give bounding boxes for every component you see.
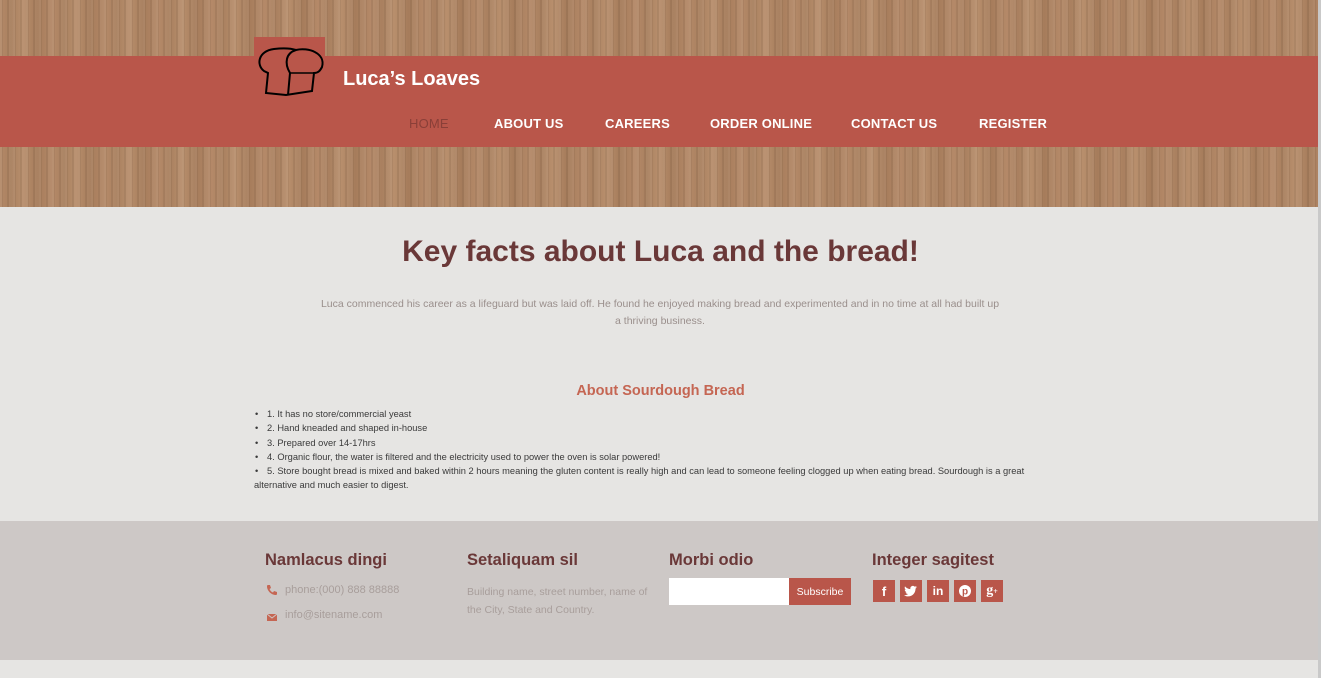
facts-list: 1. It has no store/commercial yeast 2. H…	[254, 407, 1054, 493]
page-title: Key facts about Luca and the bread!	[402, 235, 919, 268]
email-link[interactable]: info@sitename.com	[285, 609, 382, 621]
linkedin-icon[interactable]: in	[927, 580, 949, 602]
list-item: 2. Hand kneaded and shaped in-house	[254, 421, 1054, 435]
subscribe-button[interactable]: Subscribe	[789, 578, 851, 605]
nav-careers[interactable]: CAREERS	[605, 116, 670, 131]
list-item: 3. Prepared over 14-17hrs	[254, 436, 1054, 450]
list-item: 1. It has no store/commercial yeast	[254, 407, 1054, 421]
address-text: Building name, street number, name of th…	[467, 586, 648, 616]
nav-order-online[interactable]: ORDER ONLINE	[710, 116, 812, 131]
bread-icon	[258, 47, 324, 97]
bottom-strip	[0, 660, 1321, 678]
google-plus-icon[interactable]: g +	[981, 580, 1003, 602]
mail-icon	[266, 613, 278, 621]
footer-title-1: Namlacus dingi	[265, 551, 387, 569]
nav-home[interactable]: HOME	[409, 116, 449, 131]
subscribe-email-input[interactable]	[669, 578, 789, 605]
facebook-icon[interactable]: f	[873, 580, 895, 602]
brand-name[interactable]: Luca’s Loaves	[343, 68, 480, 91]
navbar	[0, 56, 1321, 147]
logo[interactable]	[254, 37, 325, 100]
list-item: 5. Store bought bread is mixed and baked…	[254, 464, 1054, 493]
pinterest-icon[interactable]: p	[954, 580, 976, 602]
footer-title-3: Morbi odio	[669, 551, 754, 569]
nav-contact-us[interactable]: CONTACT US	[851, 116, 937, 131]
section-subtitle: About Sourdough Bread	[576, 383, 745, 399]
footer-title-2: Setaliquam sil	[467, 551, 578, 569]
phone-text: phone:(000) 888 88888	[285, 584, 400, 596]
twitter-icon[interactable]	[900, 580, 922, 602]
list-item: 4. Organic flour, the water is filtered …	[254, 450, 1054, 464]
svg-text:p: p	[962, 587, 968, 598]
phone-icon	[267, 585, 277, 595]
footer	[0, 521, 1321, 660]
nav-register[interactable]: REGISTER	[979, 116, 1047, 131]
footer-title-4: Integer sagitest	[872, 551, 994, 569]
intro-text: Luca commenced his career as a lifeguard…	[320, 298, 1000, 327]
nav-about-us[interactable]: ABOUT US	[494, 116, 564, 131]
